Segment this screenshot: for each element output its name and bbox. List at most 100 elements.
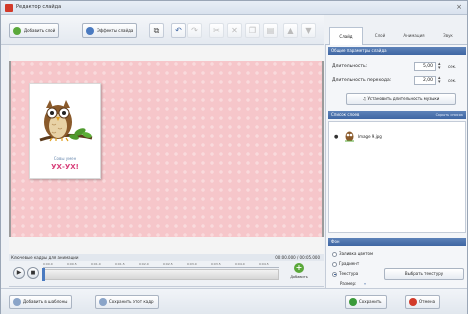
layer-list-item[interactable]: ● Image 9.jpg (334, 130, 434, 144)
size-slider-icon[interactable]: ▿ (364, 281, 366, 286)
window-title: Редактор слайда (16, 4, 62, 10)
layer-name: Image 9.jpg (358, 134, 382, 139)
send-back-icon[interactable]: ▼ (301, 23, 316, 38)
bg-texture-label: Текстура (339, 271, 359, 276)
set-music-duration-label: Установить длительность музыки (367, 96, 440, 101)
plus-icon: + (294, 263, 304, 273)
owl-image (34, 88, 96, 154)
slide-settings-panel: Общие параметры слайда Длительность: 5,0… (325, 45, 467, 297)
add-to-templates-button[interactable]: Добавить в шаблоны (9, 295, 73, 309)
sparkle-icon (86, 27, 94, 35)
title-bar: Редактор слайда × (1, 1, 467, 15)
toolbar: Добавить слой Эффекты слайда ⧉ ↶ ↷ ✂ ✕ ❐… (1, 15, 324, 45)
timeline: ▶ ■ 0:00.0 0:00.5 0:01.0 0:01.5 0:02.0 0… (9, 261, 324, 287)
save-frame-button[interactable]: Сохранить этот кадр (95, 295, 159, 309)
template-icon (13, 298, 21, 306)
cut-icon[interactable]: ✂ (209, 23, 224, 38)
hide-layers-link[interactable]: Скрыть список (436, 111, 463, 119)
add-keyframe-button[interactable]: + Добавить (287, 263, 311, 285)
ruler-tick: 0:02.5 (163, 262, 173, 266)
slide-effects-label: Эффекты слайда (97, 28, 134, 33)
ruler-tick: 0:04.0 (235, 262, 245, 266)
choose-texture-button[interactable]: Выбрать текстуру (384, 268, 464, 280)
ruler-tick: 0:01.5 (115, 262, 125, 266)
close-button[interactable]: × (454, 3, 464, 12)
ruler-tick: 0:02.0 (139, 262, 149, 266)
copy-icon[interactable]: ❐ (245, 23, 260, 38)
playhead-handle[interactable] (42, 268, 45, 281)
ruler-tick: 0:03.0 (187, 262, 197, 266)
preview-bottom-margin (9, 237, 324, 254)
undo-icon[interactable]: ↶ (171, 23, 186, 38)
ruler-tick: 0:00.0 (43, 262, 53, 266)
caption-small-text: Совы умен (53, 156, 77, 161)
tab-sound[interactable]: Звук (431, 27, 465, 45)
save-frame-label: Сохранить этот кадр (109, 299, 154, 304)
transition-duration-label: Длительность перехода: (332, 78, 392, 83)
background-section-header: Фон (328, 238, 466, 246)
transition-duration-unit: сек. (448, 78, 457, 83)
ruler-tick: 0:04.5 (259, 262, 269, 266)
add-layer-button[interactable]: Добавить слой (9, 23, 60, 38)
general-section-title: Общие параметры слайда (331, 48, 387, 53)
redo-icon[interactable]: ↷ (187, 23, 202, 38)
ruler-tick: 0:00.5 (67, 262, 77, 266)
general-section-header: Общие параметры слайда (328, 47, 466, 55)
transition-stepper-icon[interactable]: ▴ ▾ (438, 76, 441, 85)
timeline-ruler: 0:00.0 0:00.5 0:01.0 0:01.5 0:02.0 0:02.… (43, 262, 279, 268)
expand-bullet-icon: ● (334, 134, 339, 140)
delete-icon[interactable]: ✕ (227, 23, 242, 38)
background-section-title: Фон (331, 239, 340, 244)
bg-texture-option[interactable]: Текстура (332, 271, 358, 277)
bg-fill-option[interactable]: Заливка цветом (332, 251, 373, 257)
duration-unit: сек. (448, 64, 457, 69)
stop-button[interactable]: ■ (27, 267, 39, 279)
layers-icon[interactable]: ⧉ (149, 23, 164, 38)
duration-input[interactable]: 5,00 (414, 62, 436, 71)
layers-section-title: Список слоев (331, 112, 360, 117)
frame-icon (99, 298, 107, 306)
radio-icon (332, 251, 337, 257)
ruler-tick: 0:03.5 (211, 262, 221, 266)
play-button[interactable]: ▶ (13, 267, 25, 279)
plus-icon (13, 27, 21, 35)
tab-animation[interactable]: Анимация (397, 27, 431, 45)
cancel-icon (409, 298, 417, 306)
transition-duration-input[interactable]: 2,00 (414, 76, 436, 85)
left-strip (1, 46, 9, 254)
bg-fill-label: Заливка цветом (339, 251, 374, 256)
timeline-time: 00:00.000 / 00:05.000 (275, 255, 320, 260)
checkmark-icon (349, 298, 357, 306)
set-music-duration-button[interactable]: ♫ Установить длительность музыки (346, 93, 456, 105)
bg-size-label: Размер: (340, 281, 357, 286)
timeline-track[interactable] (42, 268, 279, 281)
cancel-button[interactable]: Отмена (405, 295, 441, 309)
add-layer-label: Добавить слой (24, 28, 56, 33)
bottom-bar: Добавить в шаблоны Сохранить этот кадр С… (1, 288, 467, 314)
tab-bar: Слайд Слой Анимация Звук (325, 15, 467, 45)
save-button[interactable]: Сохранить (345, 295, 387, 309)
tab-slide[interactable]: Слайд (329, 27, 363, 45)
paste-icon[interactable]: ▤ (263, 23, 278, 38)
caption-big-text: УХ-УХ! (51, 163, 79, 171)
owl-thumbnail-icon (344, 130, 355, 143)
slide-effects-button[interactable]: Эффекты слайда (82, 23, 138, 38)
app-icon (5, 4, 13, 12)
bring-forward-icon[interactable]: ▲ (283, 23, 298, 38)
photo-layer[interactable]: Совы умен УХ-УХ! (29, 83, 101, 179)
layers-list: ● Image 9.jpg (328, 121, 466, 233)
bg-gradient-option[interactable]: Градиент (332, 261, 359, 267)
add-keyframe-label: Добавить (290, 275, 308, 279)
bg-gradient-label: Градиент (339, 261, 360, 266)
layers-section-header: Список слоев Скрыть список (328, 111, 466, 119)
radio-selected-icon (332, 271, 337, 277)
preview-top-margin (9, 46, 324, 61)
duration-label: Длительность: (332, 64, 368, 69)
cancel-label: Отмена (419, 299, 436, 304)
radio-icon (332, 261, 337, 267)
timeline-header: Ключевые кадры для анимации 00:00.000 / … (9, 254, 324, 261)
tab-layer[interactable]: Слой (363, 27, 397, 45)
duration-stepper-icon[interactable]: ▴ ▾ (438, 62, 441, 71)
add-to-templates-label: Добавить в шаблоны (23, 299, 68, 304)
slide-editor-window: Редактор слайда × Добавить слой Эффекты … (0, 0, 468, 314)
